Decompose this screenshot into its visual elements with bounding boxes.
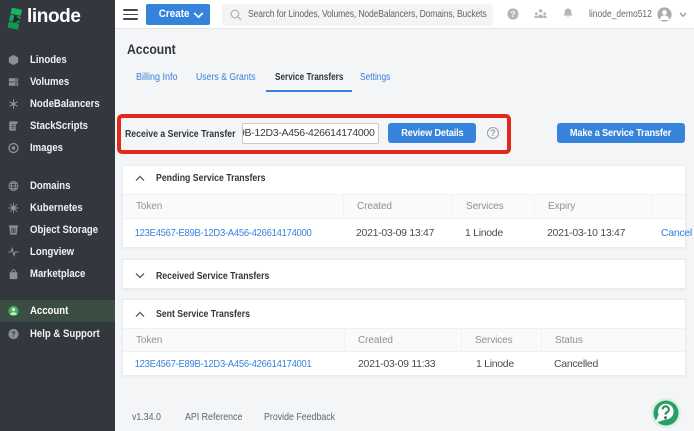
svg-text:?: ? [11, 330, 16, 339]
svg-text:?: ? [511, 10, 516, 19]
